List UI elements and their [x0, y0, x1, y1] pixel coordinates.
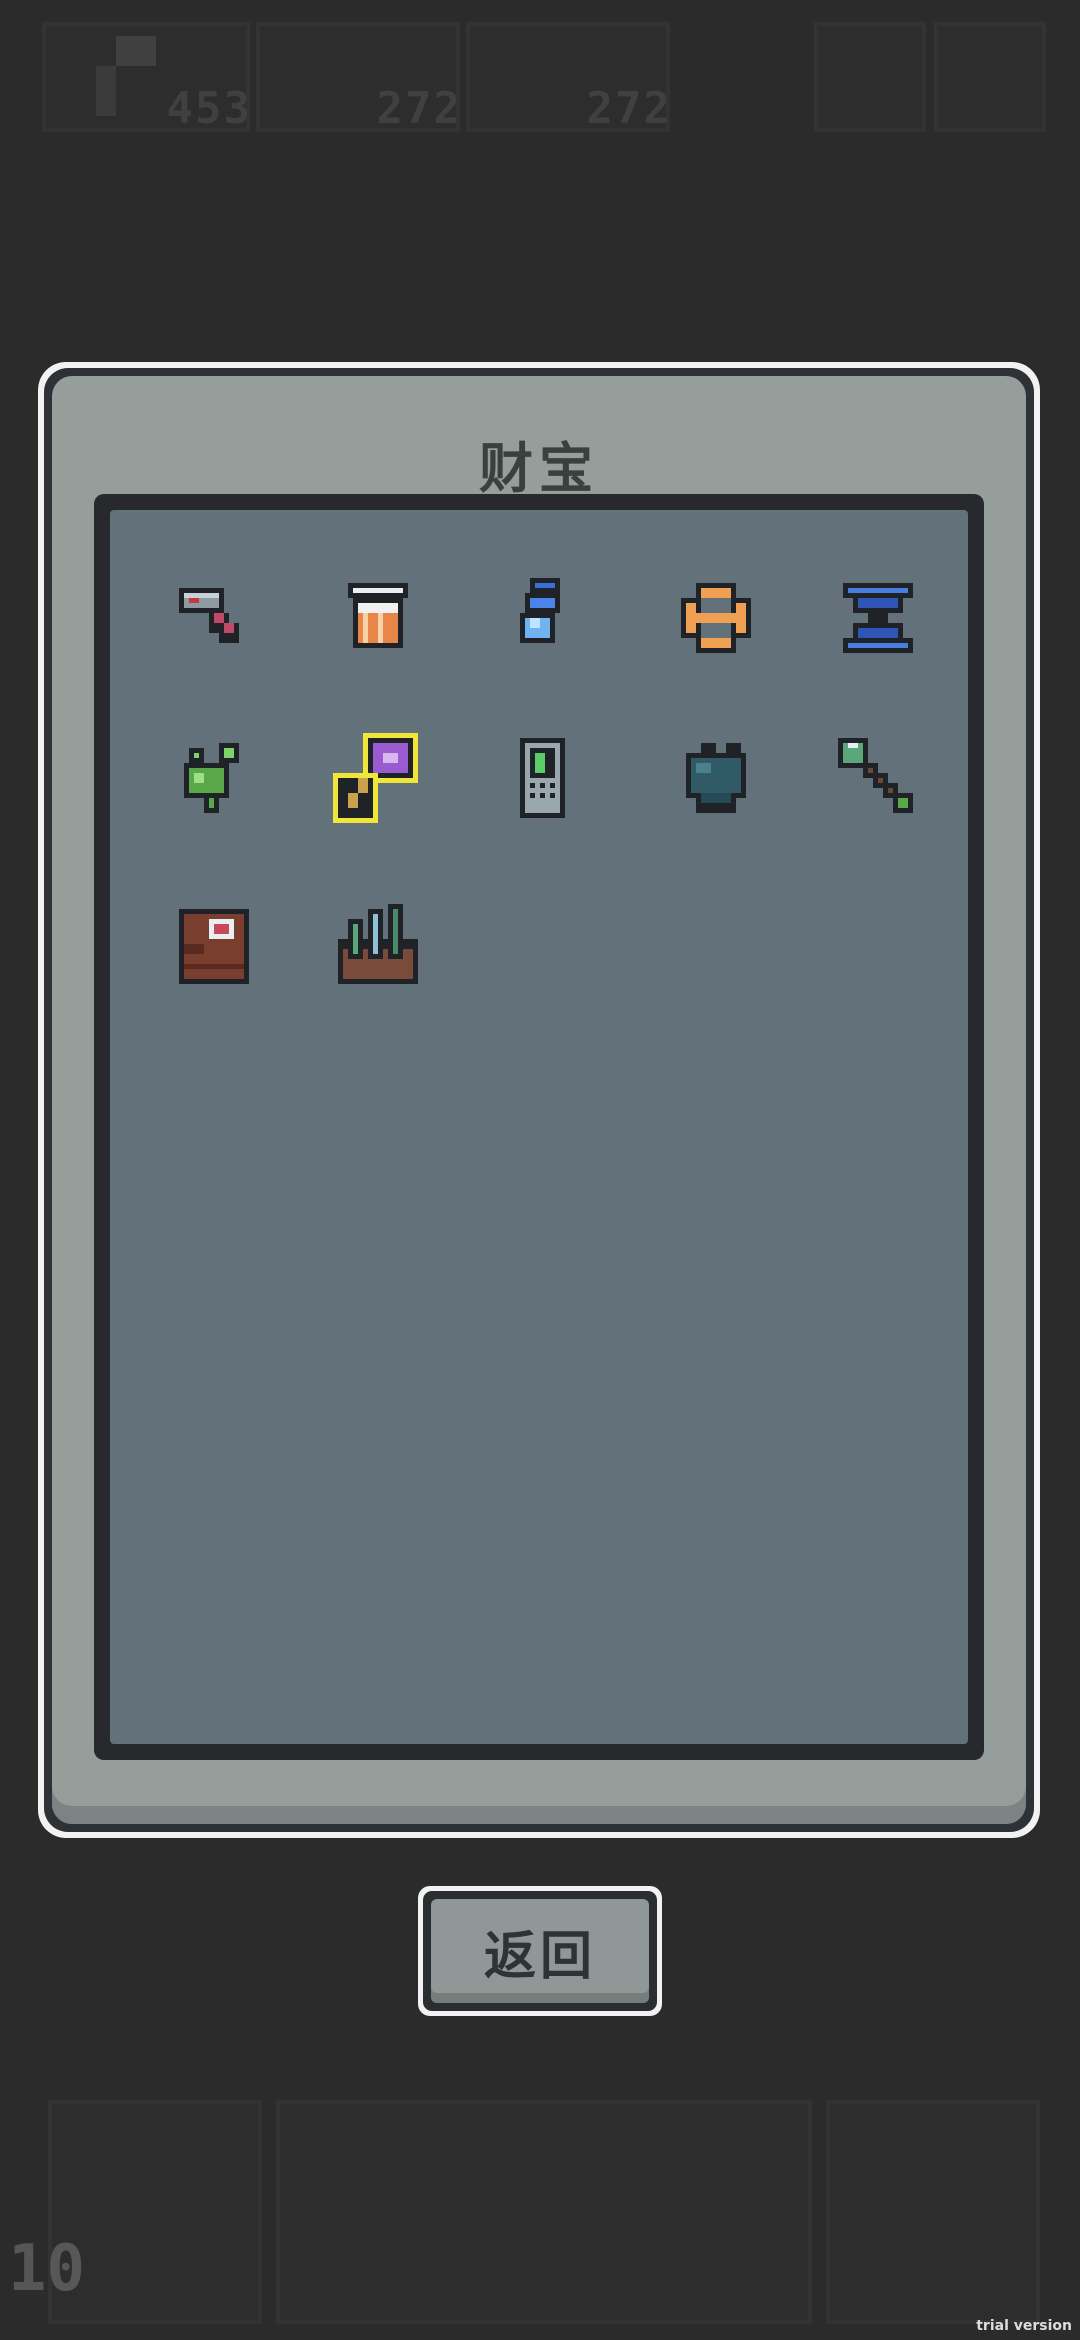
- phone-device-icon: [520, 738, 565, 818]
- brown-totem-icon: [179, 909, 249, 984]
- item-slot[interactable]: [490, 728, 590, 828]
- item-slot[interactable]: [828, 728, 928, 828]
- back-button-label: 返回: [431, 1899, 649, 2003]
- hammer-icon: [179, 588, 239, 643]
- item-slot[interactable]: [490, 568, 590, 668]
- item-slot[interactable]: [328, 894, 428, 994]
- orange-ring-icon: [681, 583, 751, 653]
- purple-key-icon: [333, 733, 418, 823]
- green-arrow-icon: [838, 738, 913, 813]
- item-slot[interactable]: [164, 568, 264, 668]
- item-slot[interactable]: [828, 568, 928, 668]
- character-slot: [826, 2100, 1040, 2324]
- center-slot: [276, 2100, 812, 2324]
- green-herb-icon: [184, 743, 239, 813]
- modal-frame: 财宝: [44, 368, 1034, 1832]
- hourglass-icon: [843, 583, 913, 653]
- item-grid-frame: [94, 494, 984, 1760]
- dark-fin-icon: [686, 743, 746, 813]
- crystal-rock-icon: [338, 904, 418, 984]
- treasure-modal: 财宝: [38, 362, 1040, 1838]
- item-slot[interactable]: [328, 568, 428, 668]
- item-slot[interactable]: [666, 728, 766, 828]
- modal-body: 财宝: [52, 376, 1026, 1824]
- back-button[interactable]: 返回: [418, 1886, 662, 2016]
- item-slot[interactable]: [164, 728, 264, 828]
- level-number: 10: [8, 2232, 86, 2306]
- back-button-frame: 返回: [423, 1891, 657, 2011]
- modal-title: 财宝: [479, 437, 599, 500]
- item-slot[interactable]: [164, 894, 264, 994]
- blue-feather-icon: [520, 578, 560, 643]
- item-slot[interactable]: [328, 728, 428, 828]
- lantern-icon: [348, 583, 408, 648]
- trial-watermark: trial version: [976, 2318, 1072, 2334]
- item-grid: [110, 510, 968, 1744]
- item-slot[interactable]: [666, 568, 766, 668]
